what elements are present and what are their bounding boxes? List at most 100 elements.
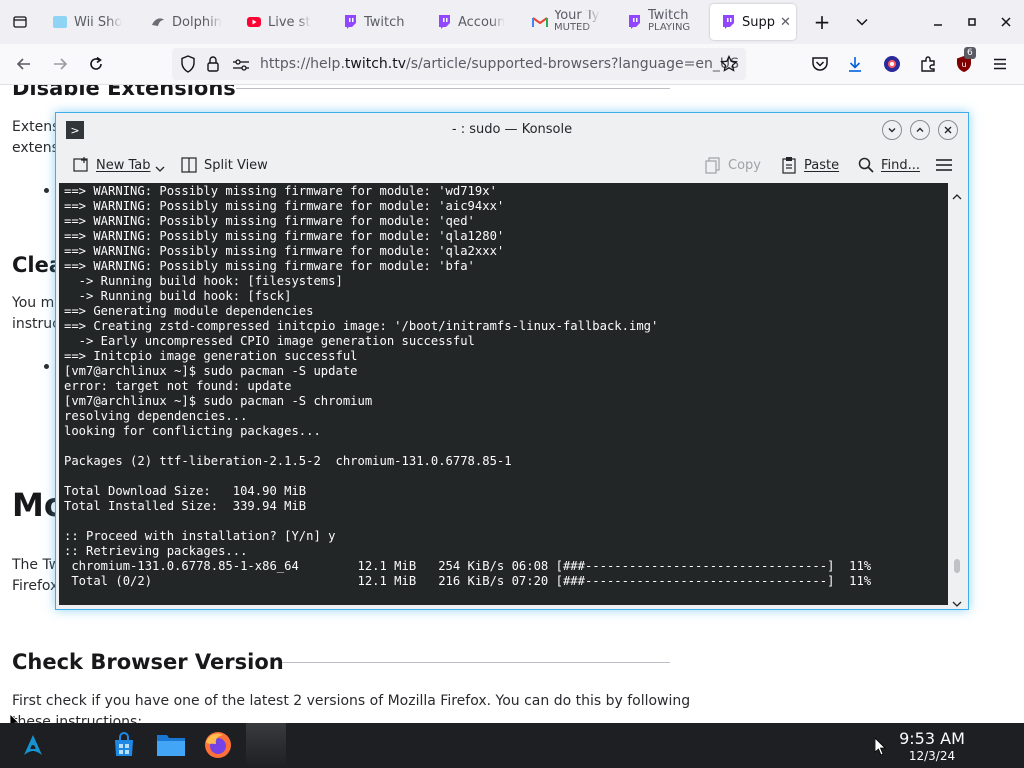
terminal-line: ==> Creating zstd-compressed initcpio im… <box>64 319 659 333</box>
terminal-line: Total Installed Size: 339.94 MiB <box>64 499 307 513</box>
twitch-icon <box>720 14 736 30</box>
app-menu-button[interactable] <box>988 52 1012 76</box>
arch-linux-icon <box>24 735 42 755</box>
terminal-line: ==> Generating module dependencies <box>64 304 314 318</box>
scroll-down-icon[interactable] <box>952 593 962 612</box>
scroll-up-icon[interactable] <box>952 186 962 205</box>
puzzle-icon <box>921 56 935 72</box>
link-text[interactable]: these instructions: <box>12 714 142 723</box>
pocket-button[interactable] <box>808 52 832 76</box>
minimize-window-button[interactable] <box>928 10 948 34</box>
browser-tab-bar: Wii Sho Dolphin Live st Twitch Accoun Yo… <box>0 0 1024 44</box>
close-icon <box>1001 17 1011 27</box>
close-tab-icon[interactable]: ✕ <box>780 15 791 30</box>
pocket-icon <box>812 57 828 71</box>
copy-icon <box>704 156 722 174</box>
tab-title: Supp <box>742 14 775 30</box>
browser-tab-gmail[interactable]: Your Ty MUTED <box>532 4 616 40</box>
url-text[interactable]: https://help.twitch.tv/s/article/support… <box>260 56 739 72</box>
terminal-line: ==> Initcpio image generation successful <box>64 349 358 363</box>
lock-icon[interactable] <box>206 55 220 77</box>
arrow-left-icon <box>16 58 30 70</box>
terminal-line: looking for conflicting packages... <box>64 424 321 438</box>
tab-list-button[interactable] <box>8 10 32 34</box>
search-icon <box>857 156 875 174</box>
terminal-text: ==> WARNING: Possibly missing firmware f… <box>64 184 871 589</box>
chevron-down-icon <box>155 162 165 177</box>
scrollbar-thumb[interactable] <box>954 559 960 573</box>
url-prefix: https://help. <box>260 56 345 72</box>
file-manager-button[interactable] <box>155 729 187 761</box>
terminal-line: Total (0/2) 12.1 MiB 216 KiB/s 07:20 [##… <box>64 574 872 588</box>
firefox-taskbar-button[interactable] <box>202 729 234 761</box>
twitch-icon <box>342 14 358 30</box>
paragraph-text: First check if you have one of the lates… <box>12 693 691 709</box>
tab-muted-label: MUTED <box>554 22 591 33</box>
address-bar[interactable]: https://help.twitch.tv/s/article/support… <box>172 48 746 80</box>
page-permissions-icon[interactable] <box>232 57 250 76</box>
list-all-tabs-button[interactable] <box>850 10 874 34</box>
paste-label: Paste <box>804 157 840 173</box>
reload-button[interactable] <box>84 52 108 76</box>
twitch-icon <box>626 14 642 30</box>
minimize-icon <box>934 24 942 26</box>
browser-tab-support-active[interactable]: Supp ✕ <box>710 4 796 40</box>
paste-icon <box>780 156 798 174</box>
copy-label: Copy <box>728 157 761 173</box>
terminal-line: [vm7@archlinux ~]$ sudo pacman -S update <box>64 364 358 378</box>
maximize-window-button[interactable] <box>962 10 982 34</box>
browser-tab-youtube[interactable]: Live st <box>246 4 328 40</box>
terminal-line: ==> WARNING: Possibly missing firmware f… <box>64 199 505 213</box>
maximize-window-button[interactable] <box>910 120 930 140</box>
extension-badge: 6 <box>964 47 976 59</box>
application-launcher-button[interactable] <box>17 729 49 761</box>
terminal-line: resolving dependencies... <box>64 409 248 423</box>
terminal-line: [vm7@archlinux ~]$ sudo pacman -S chromi… <box>64 394 373 408</box>
paste-button[interactable]: Paste <box>780 155 839 175</box>
url-domain: twitch.tv <box>344 56 407 72</box>
bookmark-star-icon[interactable] <box>720 54 738 77</box>
tab-title: Your Ty <box>554 8 600 23</box>
firefox-icon <box>205 732 231 758</box>
find-button[interactable]: Find... <box>857 155 920 175</box>
minimize-window-button[interactable] <box>882 120 902 140</box>
extensions-button[interactable] <box>916 52 940 76</box>
browser-tab-dolphin[interactable]: Dolphin <box>150 4 234 40</box>
split-view-button[interactable]: Split View <box>180 155 268 175</box>
clock-date: 12/3/24 <box>908 749 956 763</box>
konsole-titlebar[interactable]: > - : sudo — Konsole <box>56 113 968 147</box>
window-title: - : sudo — Konsole <box>451 122 573 137</box>
heading-rule <box>236 88 670 89</box>
forward-button[interactable] <box>48 52 72 76</box>
terminal-output[interactable]: ==> WARNING: Possibly missing firmware f… <box>59 183 948 605</box>
konsole-window: > - : sudo — Konsole New Tab Split View … <box>55 112 969 610</box>
browser-tab-wii-shop[interactable]: Wii Sho <box>52 4 136 40</box>
new-tab-button[interactable]: New Tab <box>72 155 165 175</box>
browser-tab-twitch-playing[interactable]: Twitch PLAYING <box>626 4 710 40</box>
url-path: /s/article/supported-browsers?language=e… <box>406 56 739 72</box>
downloads-button[interactable] <box>843 52 867 76</box>
terminal-line: Packages (2) ttf-liberation-2.1.5-2 chro… <box>64 454 512 468</box>
new-tab-button[interactable]: + <box>810 10 834 34</box>
avatar-icon <box>884 56 900 72</box>
browser-tab-twitch[interactable]: Twitch <box>342 4 426 40</box>
reload-icon <box>90 56 102 70</box>
close-window-button[interactable] <box>938 120 958 140</box>
copy-button[interactable]: Copy <box>704 155 761 175</box>
terminal-scrollbar[interactable] <box>950 183 964 607</box>
active-task-highlight[interactable] <box>246 723 286 768</box>
chevron-up-icon <box>916 127 924 132</box>
terminal-line: ==> WARNING: Possibly missing firmware f… <box>64 244 505 258</box>
system-clock[interactable]: 9:53 AM 12/3/24 <box>890 729 974 763</box>
ublock-origin-button[interactable]: u 6 <box>952 47 976 76</box>
tracking-shield-icon[interactable] <box>180 55 196 77</box>
back-button[interactable] <box>12 52 36 76</box>
close-window-button[interactable] <box>996 10 1016 34</box>
account-button[interactable] <box>880 52 904 76</box>
discover-store-button[interactable] <box>108 729 140 761</box>
browser-tab-account[interactable]: Accoun <box>436 4 520 40</box>
paragraph-text: Firefox <box>12 578 59 594</box>
hamburger-menu-button[interactable] <box>935 155 959 175</box>
store-bag-icon <box>115 732 133 756</box>
tab-title: Dolphin <box>172 14 222 30</box>
